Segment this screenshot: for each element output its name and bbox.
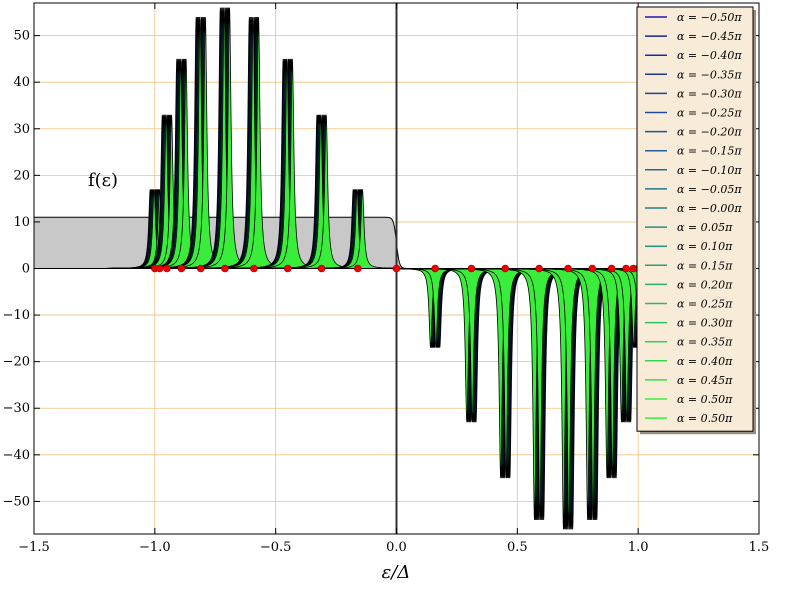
marker-point xyxy=(354,264,362,273)
markers-layer xyxy=(151,264,642,273)
legend-label: α = 0.30π xyxy=(677,317,733,330)
marker-point xyxy=(431,264,439,273)
legend-label: α = −0.50π xyxy=(677,11,742,24)
legend-label: α = 0.15π xyxy=(677,259,733,272)
x-tick-label: −0.5 xyxy=(260,540,292,555)
legend-label: α = −0.45π xyxy=(677,30,742,43)
y-tick-label: 30 xyxy=(13,122,30,137)
marker-point xyxy=(501,264,510,273)
marker-point xyxy=(392,264,401,273)
marker-point xyxy=(564,264,572,273)
x-tick-label: 1.5 xyxy=(749,540,770,555)
legend-label: α = −0.10π xyxy=(677,164,742,177)
marker-point xyxy=(177,264,186,273)
legend-label: α = −0.35π xyxy=(677,68,742,81)
y-tick-label: −30 xyxy=(3,401,30,416)
legend-label: α = 0.05π xyxy=(677,221,733,234)
legend-label: α = −0.30π xyxy=(677,87,742,100)
legend-label: α = 0.35π xyxy=(677,336,733,349)
x-tick-label: 0.0 xyxy=(386,540,407,555)
legend-label: α = 0.10π xyxy=(677,240,733,253)
chart: −1.5 −1.0 −0.5 0.0 0.5 1.0 1.5 −50 −40 −30 −20 −10 0… xyxy=(0,0,789,585)
y-tick-label: −20 xyxy=(3,355,30,370)
legend-label: α = −0.00π xyxy=(677,202,742,215)
legend-label: α = 0.50π xyxy=(677,412,733,425)
y-tick-label: 40 xyxy=(13,75,30,90)
y-tick-label: −40 xyxy=(3,448,30,463)
marker-point xyxy=(607,264,616,273)
y-tick-label: 10 xyxy=(13,215,30,230)
marker-point xyxy=(317,264,326,273)
x-tick-label: 1.0 xyxy=(628,540,649,555)
y-tick-label: 20 xyxy=(13,168,30,183)
x-axis-label: ε/Δ xyxy=(382,562,411,583)
legend-label: α = 0.20π xyxy=(677,278,733,291)
x-tick-label: −1.0 xyxy=(139,540,171,555)
legend-label: α = −0.20π xyxy=(677,126,742,139)
legend-label: α = −0.15π xyxy=(677,145,742,158)
legend-label: α = −0.05π xyxy=(677,183,742,196)
legend-label: α = 0.45π xyxy=(677,374,733,387)
marker-point xyxy=(467,264,476,273)
legend-label: α = −0.40π xyxy=(677,49,742,62)
marker-point xyxy=(196,264,205,273)
legend-label: α = −0.25π xyxy=(677,107,742,120)
x-tick-label: −1.5 xyxy=(18,540,50,555)
marker-point xyxy=(155,264,164,273)
y-tick-label: 50 xyxy=(13,29,30,44)
marker-point xyxy=(588,264,597,273)
marker-point xyxy=(221,264,229,273)
marker-point xyxy=(250,264,258,273)
legend: α = −0.50π α = −0.45π α = −0.40π α = −0.35π… xyxy=(636,6,756,435)
legend-label: α = 0.25π xyxy=(677,298,733,311)
marker-point xyxy=(163,264,171,273)
marker-point xyxy=(535,264,543,273)
marker-point xyxy=(622,264,630,273)
y-tick-label: −10 xyxy=(3,308,30,323)
y-tick-label: 0 xyxy=(22,262,30,277)
x-tick-label: 0.5 xyxy=(507,540,528,555)
legend-label: α = 0.50π xyxy=(677,393,733,406)
y-tick-label: −50 xyxy=(3,494,30,509)
function-annotation: f(ε) xyxy=(88,170,118,191)
legend-label: α = 0.40π xyxy=(677,355,733,368)
chart-svg: −1.5 −1.0 −0.5 0.0 0.5 1.0 1.5 −50 −40 −30 −20 −10 0… xyxy=(3,2,770,583)
marker-point xyxy=(283,264,292,273)
